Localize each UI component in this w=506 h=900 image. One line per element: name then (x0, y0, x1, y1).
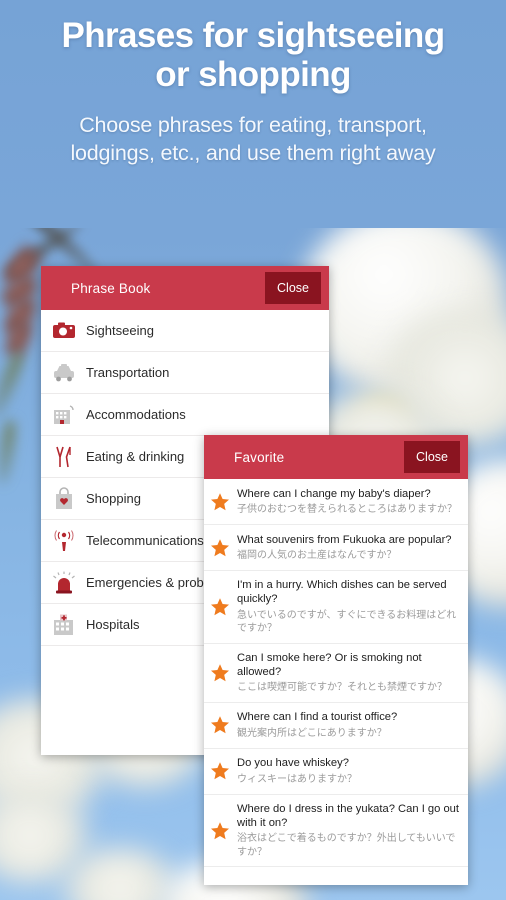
favorite-row-text: Do you have whiskey? ウィスキーはありますか？ (237, 756, 460, 786)
favorite-row[interactable]: Where can I find a tourist office? 観光案内所は… (204, 703, 468, 749)
favorite-phrase-english: I'm in a hurry. Which dishes can be serv… (237, 579, 447, 606)
phrase-book-row-label: Telecommunications (86, 533, 204, 548)
phrase-book-row-label: Sightseeing (86, 323, 154, 338)
hero-text-block: Phrases for sightseeing or shopping Choo… (0, 0, 506, 167)
favorite-row[interactable]: Where can I change my baby's diaper? 子供のお… (204, 479, 468, 525)
phrase-book-row-label: Hospitals (86, 617, 140, 632)
star-icon[interactable] (209, 538, 231, 558)
phrase-book-row-label: Transportation (86, 365, 170, 380)
favorite-row[interactable]: Do you have whiskey? ウィスキーはありますか？ (204, 749, 468, 795)
phrase-book-row-label: Shopping (86, 491, 141, 506)
hotel-icon (49, 402, 79, 428)
star-icon[interactable] (209, 492, 231, 512)
favorite-dialog: Favorite Close Where can I change my bab… (204, 435, 468, 885)
favorite-phrase-english: Where can I change my baby's diaper? (237, 487, 431, 500)
headline-line-1: Phrases for sightseeing (61, 16, 446, 55)
taxi-icon (49, 360, 79, 386)
favorite-empty-row (204, 867, 468, 885)
favorite-phrase-japanese: 浴衣はどこで着るものですか？外出してもいいですか？ (237, 833, 456, 858)
favorite-phrase-english: Where do I dress in the yukata? Can I go… (237, 802, 460, 830)
favorite-phrase-english: Where can I find a tourist office? (237, 711, 398, 724)
favorite-phrase-japanese: ウィスキーはありますか？ (237, 773, 357, 785)
favorite-phrase-japanese: 福岡の人気のお土産はなんですか？ (237, 549, 397, 561)
page-subtitle: Choose phrases for eating, transport, lo… (10, 112, 496, 167)
favorite-header: Favorite Close (204, 435, 468, 479)
favorite-close-button[interactable]: Close (404, 441, 460, 473)
cutlery-icon (49, 444, 79, 470)
star-icon[interactable] (209, 761, 231, 781)
hospital-icon (49, 612, 79, 638)
favorite-row-text: Where can I find a tourist office? 観光案内所は… (237, 710, 460, 740)
phrase-book-row[interactable]: Accommodations (41, 394, 329, 436)
favorite-phrase-japanese: ここは喫煙可能ですか？それとも禁煙ですか？ (237, 682, 447, 694)
headline-line-2: or shopping (155, 55, 351, 95)
favorite-phrase-japanese: 急いでいるのですが、すぐにできるお料理はどれですか？ (237, 609, 457, 635)
favorite-phrase-japanese: 観光案内所はどこにありますか？ (237, 727, 387, 739)
shopping-bag-icon (49, 486, 79, 512)
star-icon[interactable] (209, 821, 231, 841)
favorite-row-text: I'm in a hurry. Which dishes can be serv… (237, 578, 460, 636)
favorite-row[interactable]: I'm in a hurry. Which dishes can be serv… (204, 571, 468, 644)
favorite-phrase-japanese: 子供のおむつを替えられるところはありますか？ (237, 503, 457, 515)
star-icon[interactable] (209, 663, 231, 683)
favorite-row-text: Where can I change my baby's diaper? 子供のお… (237, 487, 460, 517)
favorite-row[interactable]: Can I smoke here? Or is smoking not allo… (204, 644, 468, 703)
favorite-row[interactable]: What souvenirs from Fukuoka are popular?… (204, 525, 468, 571)
favorite-row[interactable]: Where do I dress in the yukata? Can I go… (204, 795, 468, 868)
phrase-book-row-label: Accommodations (86, 407, 186, 422)
phrase-book-row-label: Eating & drinking (86, 449, 185, 464)
subhead-line-1: Choose phrases for eating, transport, (79, 113, 427, 138)
favorite-row-text: Can I smoke here? Or is smoking not allo… (237, 651, 460, 695)
favorite-phrase-english: Do you have whiskey? (237, 757, 349, 770)
favorite-title: Favorite (234, 449, 285, 465)
favorite-phrase-english: What souvenirs from Fukuoka are popular? (237, 533, 452, 546)
phrase-book-row[interactable]: Transportation (41, 352, 329, 394)
phrase-book-row[interactable]: Sightseeing (41, 310, 329, 352)
favorite-row-text: What souvenirs from Fukuoka are popular?… (237, 533, 460, 563)
camera-icon (49, 318, 79, 344)
phrase-book-close-button[interactable]: Close (265, 272, 321, 304)
favorite-phrase-list: Where can I change my baby's diaper? 子供のお… (204, 479, 468, 885)
alarm-siren-icon (49, 570, 79, 596)
star-icon[interactable] (209, 715, 231, 735)
subhead-line-2: lodgings, etc., and use them right away (70, 140, 436, 165)
page-title: Phrases for sightseeing or shopping (10, 16, 496, 94)
phrase-book-header: Phrase Book Close (41, 266, 329, 310)
star-icon[interactable] (209, 597, 231, 617)
app-screenshot: Phrases for sightseeing or shopping Choo… (0, 0, 506, 900)
favorite-row-text: Where do I dress in the yukata? Can I go… (237, 802, 460, 860)
antenna-icon (49, 528, 79, 554)
phrase-book-title: Phrase Book (71, 280, 151, 296)
favorite-phrase-english: Can I smoke here? Or is smoking not allo… (237, 651, 422, 678)
